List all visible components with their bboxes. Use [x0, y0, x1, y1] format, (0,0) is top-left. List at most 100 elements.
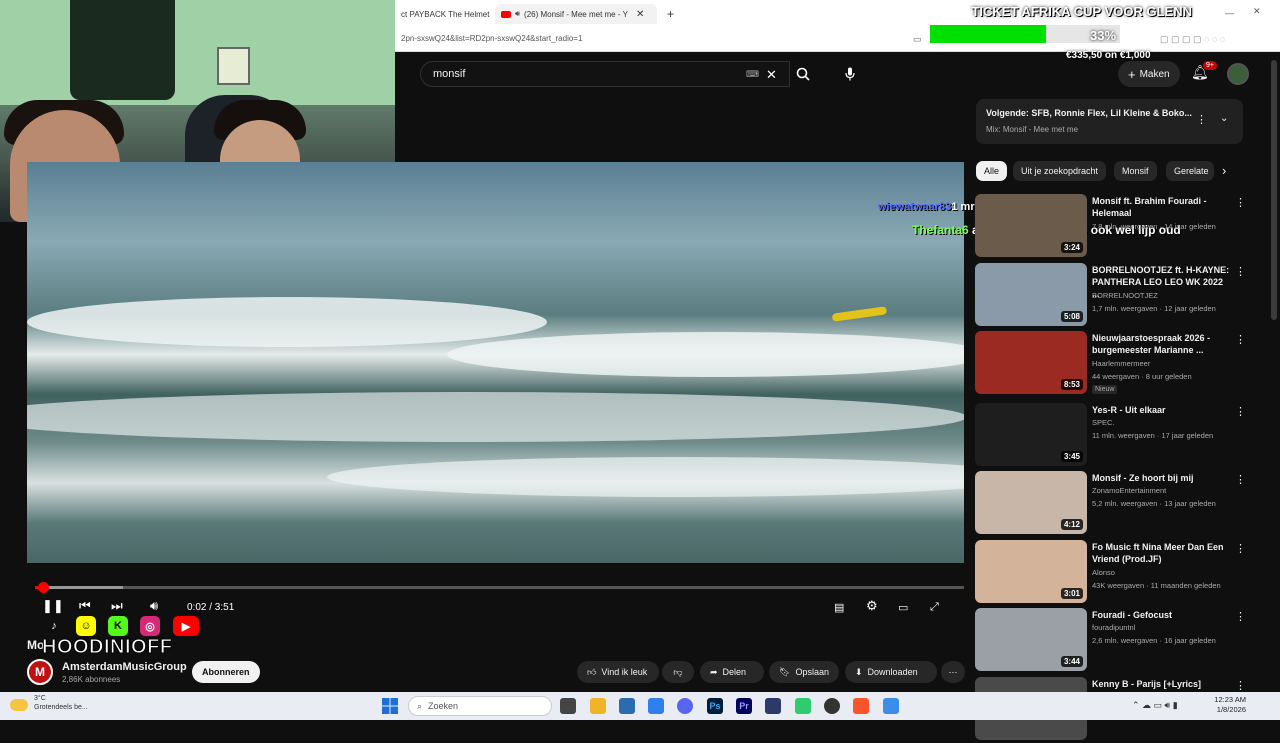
- app-icon[interactable]: [883, 698, 899, 714]
- brave-browser-icon[interactable]: [853, 698, 869, 714]
- recommendation-item[interactable]: 3:45 Yes-R - Uit elkaar SPEC. 11 mln. weerg…: [975, 403, 1275, 469]
- discord-icon[interactable]: [677, 698, 693, 714]
- recommendation-title[interactable]: Fouradi - Gefocust: [1092, 609, 1232, 621]
- video-frame[interactable]: [27, 162, 964, 563]
- recommendation-item[interactable]: 4:12 Monsif - Ze hoort bij mij ZonamoEnter…: [975, 471, 1275, 537]
- chip-from-search[interactable]: Uit je zoekopdracht: [1013, 161, 1107, 181]
- weather-widget[interactable]: 3°C Grotendeels be...: [34, 694, 88, 712]
- voice-search-button[interactable]: [837, 61, 863, 87]
- download-button[interactable]: ⬇ Downloaden: [845, 661, 937, 683]
- more-vertical-icon[interactable]: ⋮: [1235, 196, 1246, 209]
- recommendation-title[interactable]: Yes-R - Uit elkaar: [1092, 404, 1232, 416]
- settings-icon: ⚙︎: [866, 598, 878, 613]
- new-tab-button[interactable]: +: [661, 4, 680, 24]
- time-display: 0:02 / 3:51: [187, 602, 235, 613]
- chevron-down-icon[interactable]: ⌄: [1220, 113, 1228, 124]
- video-thumbnail[interactable]: 3:24: [975, 194, 1087, 257]
- next-button[interactable]: ⏭︎: [111, 598, 123, 614]
- recommendation-item[interactable]: 3:01 Fo Music ft Nina Meer Dan Een Vriend…: [975, 540, 1275, 606]
- video-thumbnail[interactable]: 4:12: [975, 471, 1087, 534]
- recommendation-channel[interactable]: Haarlemmermeer: [1092, 359, 1150, 368]
- store-icon[interactable]: [619, 698, 635, 714]
- like-button[interactable]: 👍︎ Vind ik leuk: [577, 661, 659, 683]
- search-button[interactable]: [788, 61, 818, 87]
- recommendation-channel[interactable]: fouradipuntnl: [1092, 623, 1135, 632]
- chip-monsif[interactable]: Monsif: [1114, 161, 1157, 181]
- pause-button[interactable]: ❚❚: [42, 598, 64, 614]
- edge-icon[interactable]: [648, 698, 664, 714]
- more-actions-button[interactable]: ⋯: [941, 661, 965, 683]
- premiere-icon[interactable]: Pr: [736, 698, 752, 714]
- video-duration: 3:45: [1060, 451, 1083, 462]
- recommendation-item[interactable]: 8:53 Nieuwjaarstoespraak 2026 - burgemees…: [975, 331, 1275, 397]
- settings-button[interactable]: ⚙︎: [866, 598, 878, 614]
- more-vertical-icon[interactable]: ⋮: [1235, 333, 1246, 346]
- recommendation-channel[interactable]: SPEC.: [1092, 418, 1115, 427]
- page-scrollbar[interactable]: [1271, 60, 1277, 320]
- volume-button[interactable]: 🔊︎: [150, 598, 158, 614]
- app-icon[interactable]: [765, 698, 781, 714]
- recommendation-title[interactable]: Fo Music ft Nina Meer Dan Een Vriend (Pr…: [1092, 541, 1232, 565]
- recommendation-channel[interactable]: Alonso: [1092, 568, 1115, 577]
- chip-all[interactable]: Alle: [976, 161, 1008, 181]
- more-vertical-icon[interactable]: ⋮: [1235, 610, 1246, 623]
- previous-button[interactable]: ⏮︎: [79, 598, 91, 614]
- scrubber-handle[interactable]: [38, 582, 50, 593]
- more-vertical-icon[interactable]: ⋮: [1235, 679, 1246, 692]
- file-explorer-icon[interactable]: [590, 698, 606, 714]
- video-thumbnail[interactable]: 8:53: [975, 331, 1087, 394]
- browser-tab-inactive[interactable]: ct PAYBACK The Helmet: [395, 4, 495, 24]
- search-icon: ⌕: [417, 700, 423, 711]
- app-icon[interactable]: [795, 698, 811, 714]
- video-thumbnail[interactable]: 3:01: [975, 540, 1087, 603]
- save-button[interactable]: 🔖︎ Opslaan: [769, 661, 839, 683]
- recommendation-meta: 2,6 mln. weergaven · 16 jaar geleden: [1092, 636, 1216, 645]
- up-next-panel[interactable]: Volgende: SFB, Ronnie Flex, Lil Kleine &…: [976, 99, 1243, 144]
- more-vertical-icon[interactable]: ⋮: [1235, 405, 1246, 418]
- video-thumbnail[interactable]: 5:08: [975, 263, 1087, 326]
- account-avatar[interactable]: [1227, 63, 1249, 85]
- up-next-subtitle: Mix: Monsif - Mee met me: [986, 125, 1079, 134]
- recommendation-title[interactable]: Kenny B - Parijs [+Lyrics]: [1092, 678, 1232, 690]
- taskbar-search[interactable]: ⌕ Zoeken: [408, 696, 552, 716]
- more-vertical-icon[interactable]: ⋮: [1235, 542, 1246, 555]
- chevron-right-icon[interactable]: ›: [1222, 163, 1226, 178]
- recommendation-title[interactable]: Monsif ft. Brahim Fouradi - Helemaal: [1092, 195, 1232, 219]
- recommendation-channel[interactable]: BORRELNOOTJEZ: [1092, 291, 1158, 300]
- video-thumbnail[interactable]: 3:45: [975, 403, 1087, 466]
- system-tray-icons[interactable]: ⌃ ☁ ▭ 🔊︎ ▮: [1132, 700, 1178, 711]
- photoshop-icon[interactable]: Ps: [707, 698, 723, 714]
- recommendation-item[interactable]: 3:24 Monsif ft. Brahim Fouradi - Helemaal…: [975, 194, 1275, 260]
- more-vertical-icon[interactable]: ⋮: [1196, 113, 1207, 126]
- channel-avatar[interactable]: M: [27, 659, 53, 685]
- clear-search-icon[interactable]: ✕: [766, 67, 777, 83]
- subtitles-button[interactable]: ▤: [834, 601, 844, 614]
- video-thumbnail[interactable]: 3:44: [975, 608, 1087, 671]
- theater-mode-button[interactable]: ▭: [898, 601, 908, 614]
- more-vertical-icon[interactable]: ⋮: [1235, 473, 1246, 486]
- recommendation-title[interactable]: Nieuwjaarstoespraak 2026 - burgemeester …: [1092, 332, 1232, 356]
- wave-crest: [27, 297, 547, 347]
- taskbar-clock[interactable]: 12:23 AM 1/8/2026: [1206, 695, 1246, 715]
- cast-icon[interactable]: ▭: [913, 34, 922, 45]
- task-view-icon[interactable]: [560, 698, 576, 714]
- fullscreen-button[interactable]: ⤢: [930, 601, 939, 614]
- channel-name[interactable]: AmsterdamMusicGroup: [62, 661, 187, 673]
- recommendation-title[interactable]: Monsif - Ze hoort bij mij: [1092, 472, 1232, 484]
- recommendation-channel[interactable]: ZonamoEntertainment: [1092, 486, 1166, 495]
- recommendation-item[interactable]: 5:08 BORRELNOOTJEZ ft. H-KAYNE: PANTHERA …: [975, 263, 1275, 329]
- windows-start-icon[interactable]: [382, 698, 398, 714]
- obs-icon[interactable]: [824, 698, 840, 714]
- close-tab-icon[interactable]: ✕: [636, 9, 644, 20]
- surfboard: [831, 306, 888, 322]
- chip-related[interactable]: Gerelate: [1166, 161, 1214, 181]
- dislike-button[interactable]: 👎︎: [662, 661, 694, 683]
- more-vertical-icon[interactable]: ⋮: [1235, 265, 1246, 278]
- browser-tab-active[interactable]: 🔊︎ (26) Monsif - Mee met me - Y ✕: [495, 4, 657, 24]
- recommendation-item[interactable]: 3:44 Fouradi - Gefocust fouradipuntnl 2,6 m…: [975, 608, 1275, 674]
- keyboard-icon[interactable]: ⌨: [746, 69, 759, 80]
- share-button[interactable]: ➦ Delen: [700, 661, 764, 683]
- subscribe-button[interactable]: Abonneren: [192, 661, 260, 683]
- video-progress-bar[interactable]: [35, 582, 964, 593]
- search-input[interactable]: monsif ⌨ ✕: [420, 61, 790, 87]
